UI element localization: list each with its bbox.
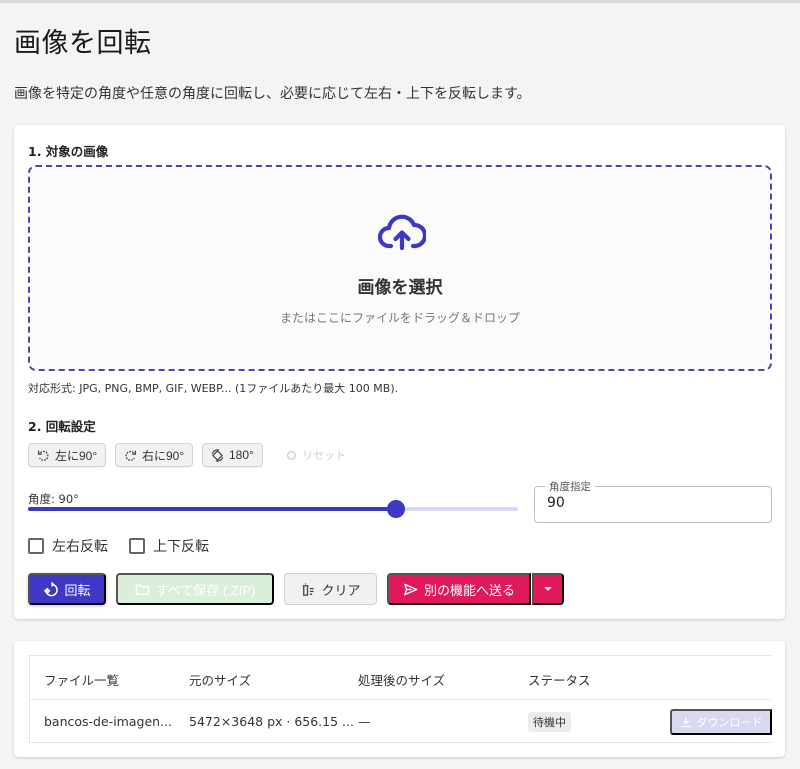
angle-slider[interactable] (28, 500, 518, 518)
cell-original-size: 5472×3648 px · 656.15 ... (189, 714, 354, 729)
angle-input-field[interactable]: 角度指定 (534, 479, 772, 523)
column-header-original-size: 元のサイズ (189, 673, 252, 688)
section-title-target-image: 1. 対象の画像 (28, 144, 109, 159)
reset-label: リセット (302, 449, 346, 462)
dropzone-title: 画像を選択 (357, 278, 443, 298)
rotate-right-90-label: 右に90° (142, 448, 185, 463)
rotate-action-icon (44, 581, 59, 596)
rotate-left-90-label: 左に90° (55, 448, 98, 463)
download-label: ダウンロード (696, 717, 763, 729)
flip-horizontal-box[interactable] (28, 538, 44, 554)
column-header-processed-size: 処理後のサイズ (358, 673, 446, 688)
send-button-label: 別の機能へ送る (423, 582, 515, 598)
caret-down-icon (544, 587, 552, 591)
save-all-label: すべて保存 (.ZIP) (155, 582, 256, 598)
cell-file-name: bancos-de-imagen... (44, 714, 172, 729)
save-all-zip-button[interactable]: すべて保存 (.ZIP) (116, 573, 274, 605)
angle-slider-thumb[interactable] (386, 500, 405, 518)
angle-slider-label: 角度: 90° (28, 492, 79, 506)
angle-input[interactable] (547, 495, 747, 511)
column-header-files: ファイル一覧 (44, 673, 120, 688)
cell-processed-size: — (358, 714, 371, 729)
file-table: ファイル一覧 元のサイズ 処理後のサイズ ステータス bancos-de-ima… (29, 655, 772, 743)
page-description: 画像を特定の角度や任意の角度に回転し、必要に応じて左右・上下を反転します。 (14, 86, 531, 102)
rotate-180-icon (211, 448, 224, 462)
download-icon (681, 717, 690, 728)
flip-vertical-checkbox[interactable]: 上下反転 (129, 536, 209, 556)
page-title: 画像を回転 (14, 28, 152, 59)
cloud-upload-icon (378, 214, 426, 251)
settings-card: 1. 対象の画像 画像を選択 またはここにファイルをドラッグ＆ドロップ 対応形式… (14, 125, 785, 619)
rotate-button[interactable]: 回転 (28, 573, 106, 605)
flip-vertical-box[interactable] (129, 538, 145, 554)
download-button[interactable]: ダウンロード (670, 709, 772, 735)
rotate-right-90-button[interactable]: 右に90° (115, 443, 194, 467)
flip-horizontal-label: 左右反転 (52, 539, 108, 555)
dropzone-subtitle: またはここにファイルをドラッグ＆ドロップ (279, 311, 520, 325)
image-dropzone[interactable]: 画像を選択 またはここにファイルをドラッグ＆ドロップ (28, 165, 772, 371)
supported-formats-note: 対応形式: JPG, PNG, BMP, GIF, WEBP... (1ファイル… (28, 382, 399, 395)
flip-vertical-label: 上下反転 (153, 539, 209, 555)
file-list-card: ファイル一覧 元のサイズ 処理後のサイズ ステータス bancos-de-ima… (14, 641, 785, 757)
angle-slider-fill (28, 507, 396, 511)
folder-zip-icon (135, 584, 149, 595)
status-badge: 待機中 (528, 712, 571, 732)
rotate-left-icon (37, 450, 49, 461)
reset-icon (286, 450, 297, 460)
rotate-button-label: 回転 (64, 582, 91, 598)
rotate-right-icon (125, 450, 137, 461)
send-dropdown-button[interactable] (532, 573, 564, 605)
send-to-feature-button[interactable]: 別の機能へ送る (387, 573, 531, 605)
rotate-180-label: 180° (229, 448, 254, 462)
reset-button[interactable]: リセット (286, 445, 346, 465)
column-header-status: ステータス (528, 673, 591, 688)
rotate-180-button[interactable]: 180° (202, 443, 263, 467)
angle-input-label: 角度指定 (545, 479, 595, 494)
clear-all-icon (303, 582, 315, 596)
clear-button-label: クリア (321, 582, 361, 598)
flip-horizontal-checkbox[interactable]: 左右反転 (28, 536, 108, 556)
send-icon (404, 583, 418, 595)
rotate-left-90-button[interactable]: 左に90° (28, 443, 107, 467)
clear-button[interactable]: クリア (284, 573, 377, 605)
section-title-rotation: 2. 回転設定 (28, 419, 96, 434)
table-row-divider (30, 699, 771, 700)
